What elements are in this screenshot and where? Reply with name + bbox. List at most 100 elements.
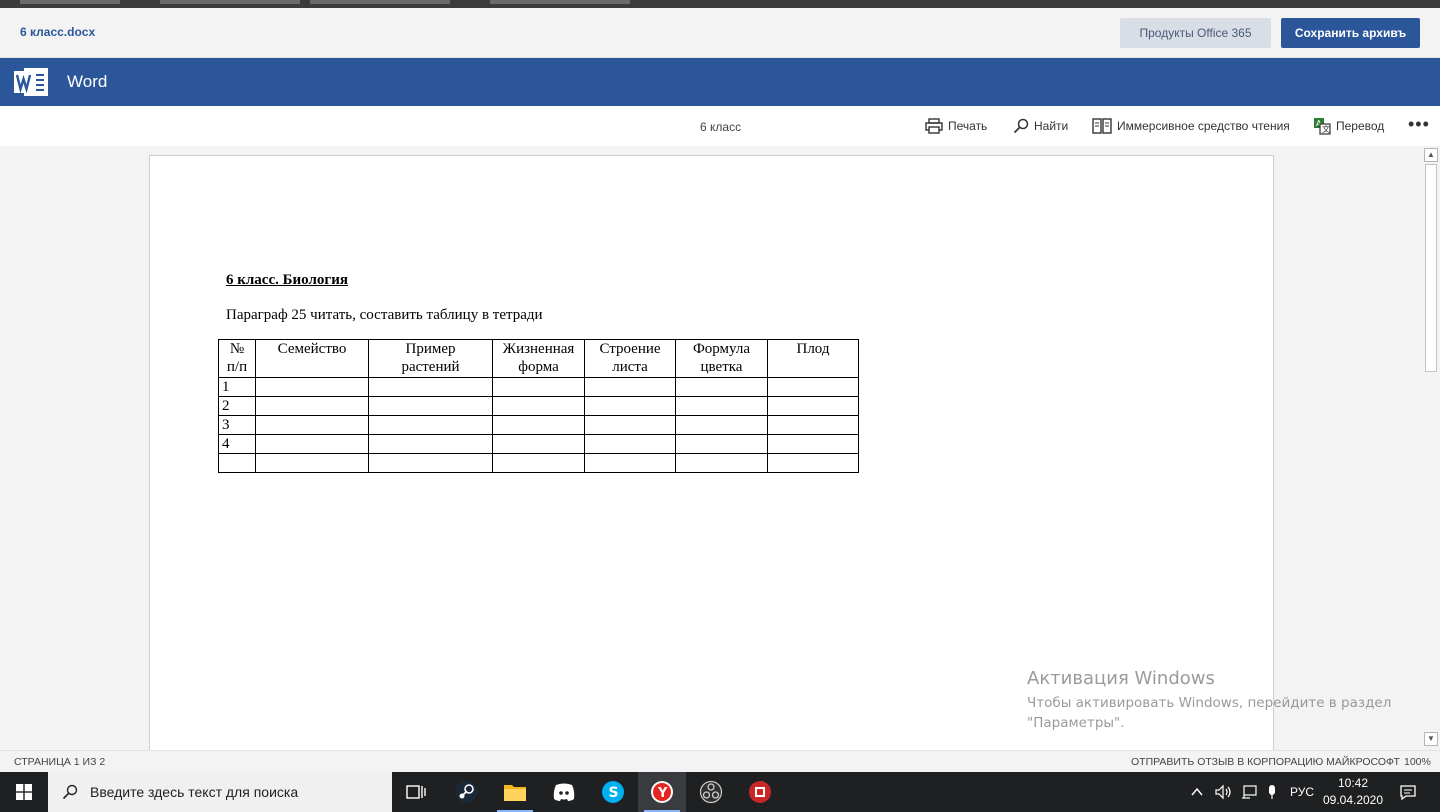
- row-number-cell: 2: [218, 396, 256, 416]
- watermark-subtitle: Чтобы активировать Windows, перейдите в …: [1027, 695, 1392, 731]
- app-title[interactable]: Word: [67, 72, 107, 92]
- folder-icon: [504, 785, 526, 801]
- table-cell: [584, 377, 676, 397]
- header-fruit: Плод: [796, 341, 830, 357]
- table-header-cell: Строение листа: [584, 339, 676, 378]
- find-button[interactable]: Найти: [1013, 116, 1068, 136]
- table-cell: [492, 396, 585, 416]
- browser-tab[interactable]: [160, 0, 300, 4]
- svg-text:S: S: [609, 785, 619, 801]
- system-tray: РУС: [1190, 772, 1314, 812]
- immersive-reader-label: Иммерсивное средство чтения: [1117, 119, 1290, 133]
- table-cell: [675, 377, 768, 397]
- taskbar-clock[interactable]: 10:42 09.04.2020: [1322, 775, 1384, 809]
- document-title: 6 класс: [700, 120, 742, 134]
- table-cell: [767, 453, 859, 473]
- taskbar-search-box[interactable]: Введите здесь текст для поиска: [48, 772, 392, 812]
- status-bar: СТРАНИЦА 1 ИЗ 2 ОТПРАВИТЬ ОТЗЫВ В КОРПОР…: [0, 750, 1440, 772]
- table-cell: [255, 415, 369, 435]
- speaker-icon[interactable]: [1214, 784, 1232, 800]
- table-header-cell: Плод: [767, 339, 859, 378]
- taskbar-app-obs[interactable]: [687, 772, 735, 812]
- table-header-cell: Формула цветка: [675, 339, 768, 378]
- document-page: 6 класс. Биология Параграф 25 читать, со…: [149, 155, 1274, 750]
- table-row: 4: [218, 434, 859, 454]
- browser-tab[interactable]: [20, 0, 120, 4]
- file-bar: 6 класс.docx Продукты Office 365 Сохрани…: [0, 8, 1440, 58]
- feedback-link[interactable]: ОТПРАВИТЬ ОТЗЫВ В КОРПОРАЦИЮ МАЙКРОСОФТ: [1131, 756, 1400, 768]
- search-icon: [62, 784, 78, 800]
- translate-icon: A文: [1314, 118, 1331, 135]
- table-header-cell: Пример растений: [368, 339, 493, 378]
- start-button[interactable]: [0, 772, 48, 812]
- discord-icon: [553, 783, 575, 801]
- table-row: 2: [218, 396, 859, 416]
- table-cell: [767, 377, 859, 397]
- document-heading: 6 класс. Биология: [226, 272, 348, 288]
- taskbar-app-skype[interactable]: S: [589, 772, 637, 812]
- table-row: 3: [218, 415, 859, 435]
- table-cell: [767, 396, 859, 416]
- table-cell: [675, 453, 768, 473]
- task-view-icon: [406, 785, 426, 799]
- skype-icon: S: [602, 781, 624, 803]
- row-number-cell: [218, 453, 256, 473]
- table-cell: [255, 453, 369, 473]
- table-cell: [368, 377, 493, 397]
- steam-icon: [455, 781, 477, 803]
- table-header-cell: Семейство: [255, 339, 369, 378]
- taskbar-app-game[interactable]: [736, 772, 784, 812]
- scroll-down-arrow-icon[interactable]: ▼: [1424, 732, 1438, 746]
- browser-tab-strip: [0, 0, 1440, 8]
- page-indicator: СТРАНИЦА 1 ИЗ 2: [14, 756, 106, 768]
- taskbar-app-explorer[interactable]: [491, 772, 539, 812]
- windows-logo-icon: [16, 784, 32, 800]
- network-icon[interactable]: [1240, 784, 1258, 800]
- table-row: [218, 453, 859, 473]
- office-365-products-button[interactable]: Продукты Office 365: [1120, 18, 1271, 48]
- header-life-form: Жизненная форма: [502, 341, 575, 375]
- more-options-button[interactable]: •••: [1408, 115, 1430, 133]
- table-cell: [368, 453, 493, 473]
- windows-activation-watermark: Активация Windows Чтобы активировать Win…: [1027, 668, 1397, 733]
- table-cell: [584, 434, 676, 454]
- file-name[interactable]: 6 класс.docx: [20, 25, 95, 39]
- header-leaf-structure: Строение листа: [599, 341, 661, 375]
- header-family: Семейство: [277, 341, 347, 357]
- table-cell: [255, 377, 369, 397]
- microphone-icon[interactable]: [1266, 784, 1278, 800]
- browser-tab[interactable]: [310, 0, 450, 4]
- table-header-cell: № п/п: [218, 339, 256, 378]
- taskbar-app-steam[interactable]: [442, 772, 490, 812]
- chevron-up-icon[interactable]: [1190, 785, 1204, 799]
- document-canvas: 6 класс. Биология Параграф 25 читать, со…: [0, 146, 1440, 750]
- table-cell: [368, 434, 493, 454]
- translate-button[interactable]: A文 Перевод: [1313, 116, 1384, 136]
- windows-taskbar: Введите здесь текст для поиска S Y РУС 1…: [0, 772, 1440, 812]
- scrollbar-thumb[interactable]: [1425, 164, 1437, 372]
- word-logo-icon[interactable]: [14, 64, 50, 100]
- task-view-button[interactable]: [392, 772, 440, 812]
- zoom-level[interactable]: 100%: [1404, 756, 1431, 768]
- immersive-reader-button[interactable]: Иммерсивное средство чтения: [1092, 116, 1290, 136]
- row-number-cell: 4: [218, 434, 256, 454]
- table-cell: [492, 434, 585, 454]
- translate-label: Перевод: [1336, 119, 1385, 133]
- scroll-up-arrow-icon[interactable]: ▲: [1424, 148, 1438, 162]
- language-indicator[interactable]: РУС: [1290, 785, 1314, 799]
- action-center-button[interactable]: [1384, 772, 1432, 812]
- taskbar-app-yandex-browser[interactable]: Y: [638, 772, 686, 812]
- search-icon: [1013, 118, 1029, 134]
- yandex-browser-icon: Y: [651, 781, 673, 803]
- taskbar-app-discord[interactable]: [540, 772, 588, 812]
- print-button[interactable]: Печать: [925, 116, 987, 136]
- browser-tab[interactable]: [490, 0, 630, 4]
- svg-text:Y: Y: [657, 786, 668, 801]
- print-label: Печать: [948, 119, 988, 133]
- save-archive-button[interactable]: Сохранить архивъ: [1281, 18, 1420, 48]
- vertical-scrollbar[interactable]: ▲ ▼: [1422, 146, 1440, 750]
- table-cell: [675, 396, 768, 416]
- printer-icon: [925, 118, 943, 134]
- reading-toolbar: 6 класс Печать Найти Иммерсивное средств…: [0, 106, 1440, 146]
- table-cell: [584, 396, 676, 416]
